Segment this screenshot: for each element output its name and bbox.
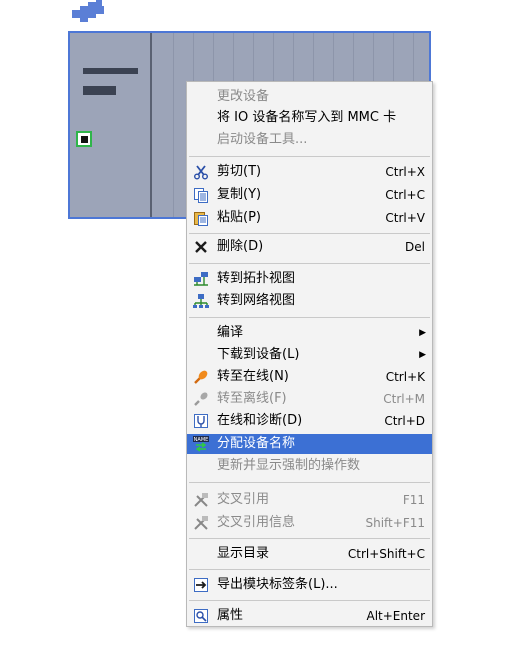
- submenu-arrow-icon: ▶: [419, 328, 426, 338]
- menu-item-go-to-topology-view[interactable]: 转到拓扑视图: [187, 269, 432, 289]
- menu-item-cut[interactable]: 剪切(T) Ctrl+X: [187, 162, 432, 182]
- menu-item-download-to-device[interactable]: 下载到设备(L) ▶: [187, 345, 432, 365]
- context-menu: 更改设备 将 IO 设备名称写入到 MMC 卡 启动设备工具... 剪切(T) …: [186, 81, 433, 627]
- module-label-bar: [83, 68, 138, 74]
- menu-item-assign-device-name[interactable]: NAME 分配设备名称: [187, 434, 432, 454]
- network-port-icon[interactable]: [76, 131, 92, 147]
- scissors-icon: [193, 164, 209, 180]
- submenu-arrow-icon: ▶: [419, 350, 426, 360]
- menu-item-delete[interactable]: 删除(D) Del: [187, 237, 432, 257]
- menu-item-update-show-forced-operands[interactable]: 更新并显示强制的操作数: [187, 456, 432, 476]
- device-module-head[interactable]: [70, 33, 152, 217]
- menu-item-copy[interactable]: 复制(Y) Ctrl+C: [187, 185, 432, 205]
- svg-text:NAME: NAME: [194, 437, 209, 443]
- menu-item-write-io-name-to-mmc[interactable]: 将 IO 设备名称写入到 MMC 卡: [187, 108, 432, 128]
- cross-reference-icon: [193, 492, 209, 508]
- network-view-icon: [193, 293, 209, 309]
- menu-item-online-diagnostics[interactable]: 在线和诊断(D) Ctrl+D: [187, 411, 432, 431]
- menu-item-export-module-labeling-strips[interactable]: 导出模块标签条(L)...: [187, 575, 432, 595]
- menu-item-cross-reference-info[interactable]: 交叉引用信息 Shift+F11: [187, 513, 432, 533]
- go-offline-icon: [193, 391, 209, 407]
- menu-item-show-catalog[interactable]: 显示目录 Ctrl+Shift+C: [187, 544, 432, 564]
- delete-x-icon: [193, 239, 209, 255]
- menu-item-paste[interactable]: 粘贴(P) Ctrl+V: [187, 208, 432, 228]
- module-label-bar-short: [83, 86, 116, 95]
- menu-item-go-offline[interactable]: 转至离线(F) Ctrl+M: [187, 389, 432, 409]
- menu-separator: [189, 482, 430, 483]
- go-online-icon: [193, 369, 209, 385]
- menu-separator: [189, 233, 430, 234]
- menu-item-properties[interactable]: 属性 Alt+Enter: [187, 606, 432, 626]
- menu-separator: [189, 156, 430, 157]
- assign-name-icon: NAME: [193, 436, 209, 452]
- menu-separator: [189, 569, 430, 570]
- properties-icon: [193, 608, 209, 624]
- cross-reference-info-icon: [193, 515, 209, 531]
- menu-separator: [189, 538, 430, 539]
- paste-icon: [193, 210, 209, 226]
- menu-item-compile[interactable]: 编译 ▶: [187, 323, 432, 343]
- menu-separator: [189, 317, 430, 318]
- copy-icon: [193, 187, 209, 203]
- topology-view-icon: [193, 271, 209, 287]
- menu-item-change-device[interactable]: 更改设备: [187, 87, 432, 107]
- diagnostics-icon: [193, 413, 209, 429]
- menu-item-cross-reference[interactable]: 交叉引用 F11: [187, 490, 432, 510]
- export-arrow-icon: [193, 577, 209, 593]
- device-icon-fragment: [68, 0, 108, 28]
- menu-item-start-device-tool[interactable]: 启动设备工具...: [187, 130, 432, 150]
- menu-item-go-online[interactable]: 转至在线(N) Ctrl+K: [187, 367, 432, 387]
- menu-separator: [189, 263, 430, 264]
- menu-item-go-to-network-view[interactable]: 转到网络视图: [187, 291, 432, 311]
- menu-separator: [189, 600, 430, 601]
